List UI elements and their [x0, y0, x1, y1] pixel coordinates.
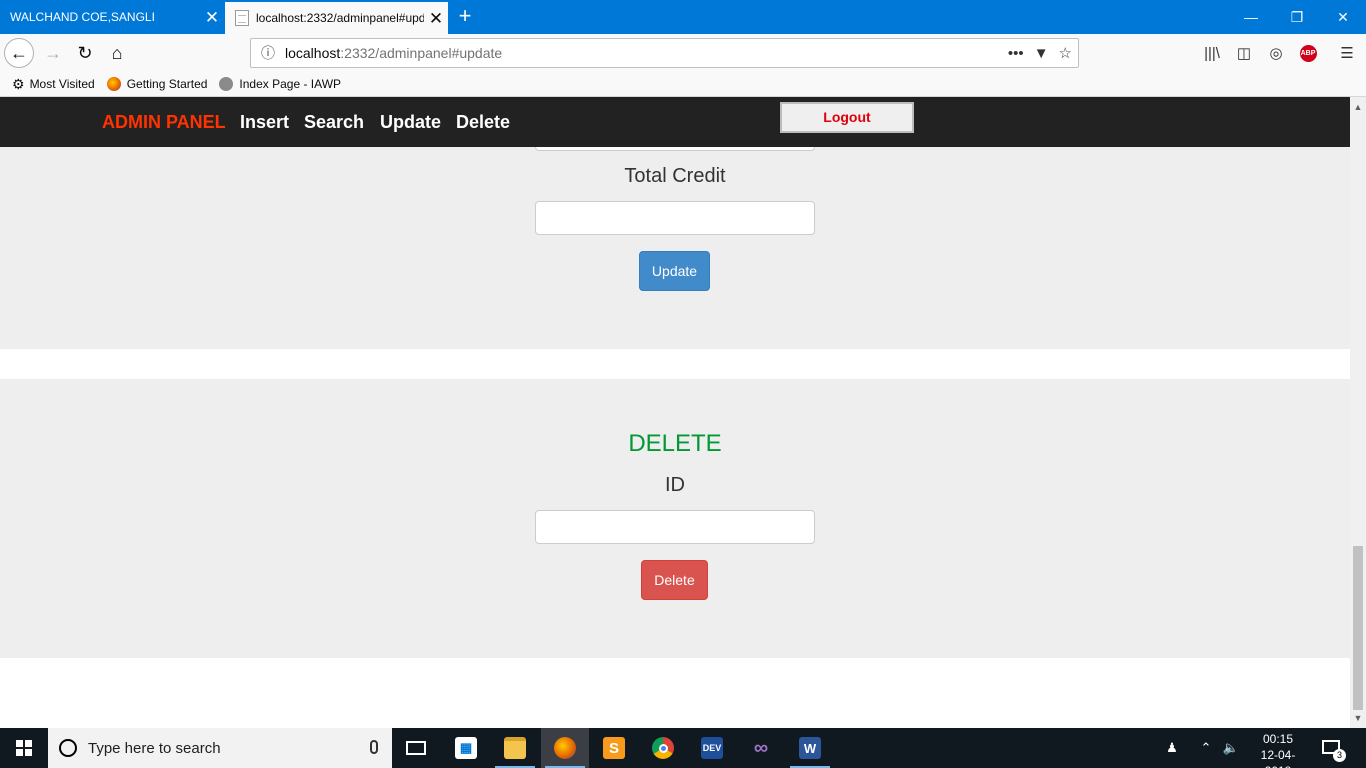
windows-icon	[16, 740, 32, 756]
minimize-icon[interactable]: —	[1228, 0, 1274, 34]
menu-icon[interactable]: ☰	[1332, 38, 1362, 68]
library-icon[interactable]: |||\	[1197, 38, 1227, 68]
task-view-icon[interactable]	[392, 728, 440, 768]
sync-icon[interactable]: ◎	[1261, 38, 1291, 68]
nav-insert[interactable]: Insert	[240, 112, 289, 133]
total-credit-input[interactable]	[535, 201, 815, 235]
tab-title: localhost:2332/adminpanel#update	[256, 11, 424, 25]
pocket-icon[interactable]: ▼	[1034, 45, 1049, 62]
bookmark-label: Most Visited	[29, 77, 95, 91]
clock-time: 00:15	[1262, 732, 1294, 746]
action-center-button[interactable]: 3	[1320, 736, 1346, 762]
home-icon[interactable]: ⌂	[102, 38, 132, 68]
tab-adminpanel[interactable]: localhost:2332/adminpanel#update ✕	[225, 2, 448, 34]
back-button[interactable]: ←	[4, 38, 34, 68]
tab-title: WALCHAND COE,SANGLI	[10, 10, 155, 24]
page-icon	[235, 10, 249, 26]
visual-studio-icon[interactable]: ∞	[737, 728, 785, 768]
notification-count: 3	[1333, 749, 1346, 762]
firefox-taskbar-icon[interactable]	[541, 728, 589, 768]
people-icon[interactable]: ♟	[1160, 728, 1184, 768]
bookmark-index-page[interactable]: Index Page - IAWP	[219, 77, 341, 91]
gear-icon: ⚙	[12, 75, 25, 92]
url-host: localhost	[285, 45, 341, 61]
cortana-icon	[59, 739, 77, 757]
taskbar-search[interactable]: Type here to search	[48, 728, 392, 768]
scroll-thumb[interactable]	[1353, 546, 1363, 710]
total-credit-label: Total Credit	[624, 165, 726, 187]
page-scrollbar[interactable]: ▲ ▼	[1350, 97, 1366, 728]
store-icon[interactable]: ▦	[442, 728, 490, 768]
info-icon[interactable]: ⓘ	[251, 43, 285, 63]
restore-icon[interactable]: ❐	[1274, 0, 1320, 34]
id-label: ID	[665, 474, 685, 496]
close-tab-icon[interactable]: ✕	[200, 9, 224, 26]
microphone-icon[interactable]	[370, 740, 378, 754]
volume-icon[interactable]: 🔈	[1220, 728, 1242, 768]
bookmarks-bar: ⚙ Most Visited Getting Started Index Pag…	[0, 72, 1366, 97]
devcpp-icon[interactable]: DEV	[688, 728, 736, 768]
sublime-text-icon[interactable]: S	[590, 728, 638, 768]
file-explorer-icon[interactable]	[491, 728, 539, 768]
bookmark-most-visited[interactable]: ⚙ Most Visited	[12, 76, 95, 93]
delete-section: DELETE ID Delete	[0, 379, 1350, 658]
nav-delete[interactable]: Delete	[456, 112, 510, 133]
bookmark-star-icon[interactable]: ☆	[1059, 44, 1072, 62]
url-bar[interactable]: ⓘ localhost:2332/adminpanel#update ••• ▼…	[250, 38, 1079, 68]
bookmark-getting-started[interactable]: Getting Started	[106, 77, 208, 91]
clock[interactable]: 00:15 12-04-2018	[1250, 731, 1306, 768]
site-navbar: ADMIN PANEL Insert Search Update Delete …	[0, 97, 1350, 147]
delete-button[interactable]: Delete	[641, 560, 708, 600]
bookmark-label: Getting Started	[126, 77, 208, 91]
delete-title: DELETE	[628, 430, 722, 457]
clock-date: 12-04-2018	[1260, 748, 1296, 768]
search-placeholder: Type here to search	[88, 739, 221, 757]
browser-toolbar: ← → ↻ ⌂ ⓘ localhost:2332/adminpanel#upda…	[0, 34, 1366, 72]
back-arrow-icon: ←	[4, 38, 34, 68]
tab-walchand[interactable]: WALCHAND COE,SANGLI ✕	[0, 0, 224, 34]
nav-update[interactable]: Update	[380, 112, 441, 133]
scroll-up-icon[interactable]: ▲	[1350, 99, 1366, 115]
close-window-icon[interactable]: ✕	[1320, 0, 1366, 34]
word-icon[interactable]: W	[786, 728, 834, 768]
firefox-icon	[106, 77, 121, 91]
adblock-icon[interactable]: ABP	[1293, 38, 1323, 68]
taskbar: Type here to search ▦ S DEV ∞ W ♟ ⌃ 🔈 00…	[0, 728, 1366, 768]
start-button[interactable]	[0, 728, 48, 768]
id-input[interactable]	[535, 510, 815, 544]
close-tab-icon[interactable]: ✕	[424, 10, 448, 27]
reload-icon[interactable]: ↻	[70, 38, 100, 68]
nav-search[interactable]: Search	[304, 112, 364, 133]
update-button[interactable]: Update	[639, 251, 710, 291]
scroll-down-icon[interactable]: ▼	[1350, 710, 1366, 726]
page-actions-icon[interactable]: •••	[1008, 45, 1024, 62]
forward-arrow-icon[interactable]: →	[38, 38, 68, 68]
browser-titlebar: WALCHAND COE,SANGLI ✕ localhost:2332/adm…	[0, 0, 1366, 34]
bookmark-label: Index Page - IAWP	[239, 77, 342, 91]
brand-title[interactable]: ADMIN PANEL	[102, 112, 226, 133]
chrome-icon[interactable]	[639, 728, 687, 768]
page-viewport: ADMIN PANEL Insert Search Update Delete …	[0, 97, 1350, 728]
globe-icon	[219, 77, 234, 91]
logout-button[interactable]: Logout	[780, 102, 914, 133]
show-hidden-icons-icon[interactable]: ⌃	[1196, 728, 1216, 768]
url-path: :2332/adminpanel#update	[340, 45, 503, 61]
new-tab-icon[interactable]: +	[452, 4, 478, 30]
sidebar-icon[interactable]: ◫	[1229, 38, 1259, 68]
